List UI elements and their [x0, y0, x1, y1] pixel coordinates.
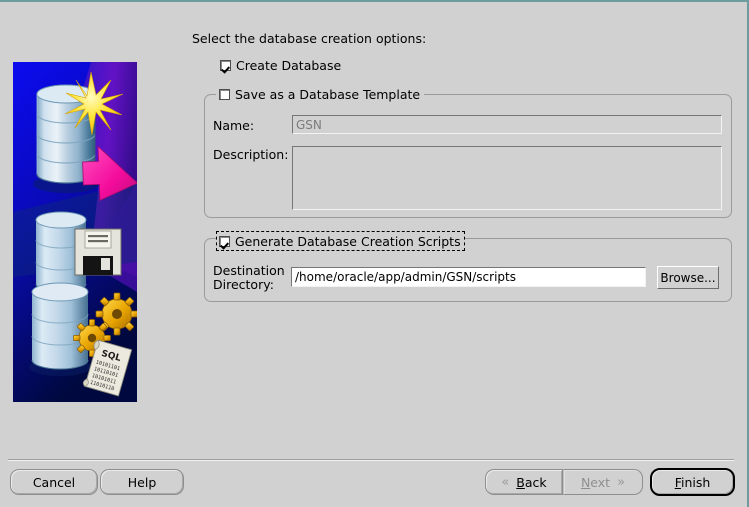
finish-rest: inish — [680, 474, 711, 490]
destination-directory-input[interactable] — [291, 267, 646, 287]
finish-button-label: Finish — [675, 475, 711, 490]
create-database-label: Create Database — [236, 58, 342, 73]
next-button[interactable]: Next » — [563, 469, 643, 495]
database-creation-illustration: SQL 10101101 10110101 10101011 11010110 — [13, 62, 137, 402]
template-name-input[interactable] — [292, 115, 722, 134]
create-database-checkbox-row[interactable]: Create Database — [220, 58, 341, 73]
finish-button[interactable]: Finish — [650, 468, 735, 496]
save-as-template-label: Save as a Database Template — [235, 86, 421, 102]
footer-separator — [8, 459, 734, 461]
back-rest: ack — [524, 474, 547, 490]
generate-scripts-label: Generate Database Creation Scripts — [235, 233, 461, 249]
save-as-template-checkbox-row[interactable]: Save as a Database Template — [216, 86, 425, 102]
page-title: Select the database creation options: — [192, 31, 427, 46]
generate-scripts-checkbox[interactable] — [219, 235, 230, 247]
destination-directory-label: Destination Directory: — [213, 264, 288, 292]
back-mnemonic: B — [516, 474, 525, 490]
next-rest: ext — [590, 474, 611, 490]
browse-button[interactable]: Browse... — [657, 266, 719, 289]
template-description-input[interactable] — [292, 146, 722, 210]
help-button[interactable]: Help — [100, 469, 184, 495]
next-button-label: Next — [581, 475, 610, 490]
template-description-label: Description: — [213, 147, 289, 162]
template-name-label: Name: — [213, 118, 255, 133]
create-database-checkbox[interactable] — [220, 60, 231, 71]
back-button-label: Back — [516, 475, 546, 490]
destination-label-line2: Directory: — [213, 277, 274, 292]
generate-scripts-checkbox-row[interactable]: Generate Database Creation Scripts — [216, 231, 465, 251]
cancel-button[interactable]: Cancel — [10, 469, 98, 495]
next-mnemonic: N — [580, 474, 591, 490]
back-button[interactable]: « Back — [485, 469, 563, 495]
chevron-double-left-icon: « — [501, 474, 510, 490]
chevron-double-right-icon: » — [617, 474, 626, 490]
save-as-template-checkbox[interactable] — [219, 88, 230, 100]
dbca-window: SQL 10101101 10110101 10101011 11010110 … — [0, 0, 749, 507]
destination-label-line1: Destination — [213, 263, 285, 278]
